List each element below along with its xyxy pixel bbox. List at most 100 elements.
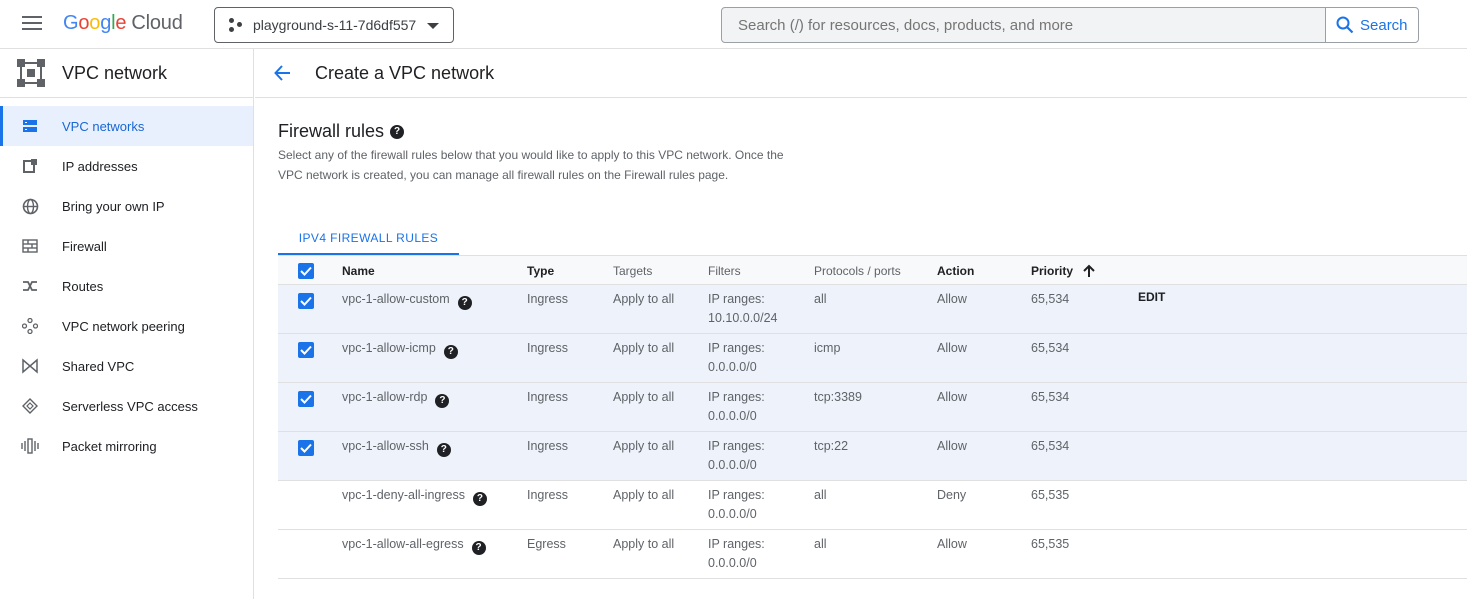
table-row[interactable]: vpc-1-allow-icmp? Ingress Apply to all I…	[278, 334, 1467, 383]
top-bar: Google Cloud playground-s-11-7d6df557 Sea…	[0, 0, 1467, 49]
routes-icon	[21, 277, 39, 295]
rule-targets: Apply to all	[613, 439, 675, 453]
rule-priority: 65,534	[1031, 439, 1070, 453]
rule-targets: Apply to all	[613, 292, 675, 306]
rule-type: Ingress	[527, 439, 568, 453]
table-row[interactable]: vpc-1-allow-rdp? Ingress Apply to all IP…	[278, 383, 1467, 432]
table-row[interactable]: vpc-1-deny-all-ingress? Ingress Apply to…	[278, 481, 1467, 530]
serverless-icon	[21, 397, 39, 415]
rule-protocols: tcp:3389	[814, 390, 862, 404]
rule-targets: Apply to all	[613, 537, 675, 551]
rule-filters: IP ranges: 0.0.0.0/0	[708, 341, 765, 374]
project-name: playground-s-11-7d6df557	[253, 17, 417, 33]
rule-protocols: tcp:22	[814, 439, 849, 453]
globe-icon	[21, 197, 39, 215]
rule-priority: 65,535	[1031, 537, 1070, 551]
rule-name: vpc-1-deny-all-ingress	[342, 488, 465, 502]
rule-filters: IP ranges: 0.0.0.0/0	[708, 488, 765, 521]
rule-name: vpc-1-allow-icmp	[342, 341, 436, 355]
table-header-row: Name Type Targets Filters Protocols / po…	[278, 255, 1467, 285]
help-icon[interactable]: ?	[472, 491, 487, 506]
rule-action: Allow	[937, 341, 967, 355]
rule-filters: IP ranges: 0.0.0.0/0	[708, 390, 765, 423]
rule-filters: IP ranges: 0.0.0.0/0	[708, 439, 765, 472]
sidebar-item-firewall[interactable]: Firewall	[0, 226, 253, 266]
page-header: Create a VPC network	[255, 49, 1467, 98]
rule-filters: IP ranges: 10.10.0.0/24	[708, 292, 778, 325]
project-icon	[229, 18, 243, 32]
help-icon[interactable]: ?	[471, 540, 486, 555]
sidebar-item-routes[interactable]: Routes	[0, 266, 253, 306]
rule-name: vpc-1-allow-all-egress	[342, 537, 464, 551]
column-header-action[interactable]: Action	[937, 262, 974, 281]
sidebar-item-shared-vpc[interactable]: Shared VPC	[0, 346, 253, 386]
rule-priority: 65,534	[1031, 390, 1070, 404]
row-checkbox[interactable]	[298, 342, 314, 358]
sidebar-item-serverless-vpc-access[interactable]: Serverless VPC access	[0, 386, 253, 426]
firewall-rules-table: Name Type Targets Filters Protocols / po…	[278, 255, 1467, 579]
rule-type: Ingress	[527, 341, 568, 355]
help-icon[interactable]: ?	[436, 442, 451, 457]
column-header-targets: Targets	[613, 264, 653, 278]
rule-type: Ingress	[527, 390, 568, 404]
help-icon[interactable]: ?	[390, 124, 405, 139]
ip-addresses-icon	[21, 157, 39, 175]
rule-protocols: all	[814, 292, 827, 306]
select-all-checkbox[interactable]	[298, 263, 314, 279]
shared-vpc-icon	[21, 357, 39, 375]
rule-name: vpc-1-allow-rdp	[342, 390, 428, 404]
page-title: Create a VPC network	[315, 62, 495, 83]
sidebar-item-vpc-networks[interactable]: VPC networks	[0, 106, 253, 146]
rule-action: Allow	[937, 390, 967, 404]
rule-name: vpc-1-allow-custom	[342, 292, 450, 306]
rule-action: Allow	[937, 537, 967, 551]
table-row[interactable]: vpc-1-allow-all-egress? Egress Apply to …	[278, 530, 1467, 579]
rule-priority: 65,535	[1031, 488, 1070, 502]
section-description: Select any of the firewall rules below t…	[278, 148, 784, 182]
table-row[interactable]: vpc-1-allow-ssh? Ingress Apply to all IP…	[278, 432, 1467, 481]
rule-action: Allow	[937, 439, 967, 453]
rule-protocols: all	[814, 488, 827, 502]
row-checkbox[interactable]	[298, 440, 314, 456]
help-icon[interactable]: ?	[435, 393, 450, 408]
google-cloud-logo[interactable]: Google Cloud	[63, 12, 183, 35]
sidebar-item-packet-mirroring[interactable]: Packet mirroring	[0, 426, 253, 466]
rule-type: Ingress	[527, 488, 568, 502]
rule-priority: 65,534	[1031, 292, 1070, 306]
rule-targets: Apply to all	[613, 390, 675, 404]
rule-protocols: all	[814, 537, 827, 551]
rule-action: Deny	[937, 488, 967, 502]
row-checkbox[interactable]	[298, 391, 314, 407]
column-header-name[interactable]: Name	[342, 262, 375, 281]
column-header-filters: Filters	[708, 264, 741, 278]
project-selector[interactable]: playground-s-11-7d6df557	[214, 7, 454, 43]
back-arrow-icon[interactable]	[273, 63, 293, 83]
help-icon[interactable]: ?	[443, 344, 458, 359]
sidebar-item-ip-addresses[interactable]: IP addresses	[0, 146, 253, 186]
sidebar-header: VPC network	[0, 49, 253, 98]
search-input[interactable]	[721, 7, 1326, 43]
tab-ipv4-firewall-rules[interactable]: IPV4 FIREWALL RULES	[278, 222, 459, 255]
column-header-protocols: Protocols / ports	[814, 264, 901, 278]
column-header-type[interactable]: Type	[527, 262, 554, 281]
rule-name: vpc-1-allow-ssh	[342, 439, 429, 453]
edit-button[interactable]: EDIT	[1138, 290, 1165, 304]
rule-action: Allow	[937, 292, 967, 306]
vpc-network-product-icon	[17, 59, 45, 87]
search-button[interactable]: Search	[1325, 7, 1419, 43]
rule-type: Egress	[527, 537, 566, 551]
rule-protocols: icmp	[814, 341, 841, 355]
table-row[interactable]: vpc-1-allow-custom? Ingress Apply to all…	[278, 285, 1467, 334]
rule-type: Ingress	[527, 292, 568, 306]
sidebar-item-bring-your-own-ip[interactable]: Bring your own IP	[0, 186, 253, 226]
firewall-icon	[21, 237, 39, 255]
main-content: Create a VPC network Firewall rules ? Se…	[255, 49, 1467, 599]
column-header-priority[interactable]: Priority	[1031, 262, 1096, 281]
sidebar: VPC network VPC networks IP addresses Br…	[0, 49, 254, 599]
menu-icon[interactable]	[22, 16, 42, 32]
row-checkbox[interactable]	[298, 293, 314, 309]
sidebar-item-vpc-network-peering[interactable]: VPC network peering	[0, 306, 253, 346]
search-icon	[1336, 16, 1354, 34]
help-icon[interactable]: ?	[457, 295, 472, 310]
peering-icon	[21, 317, 39, 335]
